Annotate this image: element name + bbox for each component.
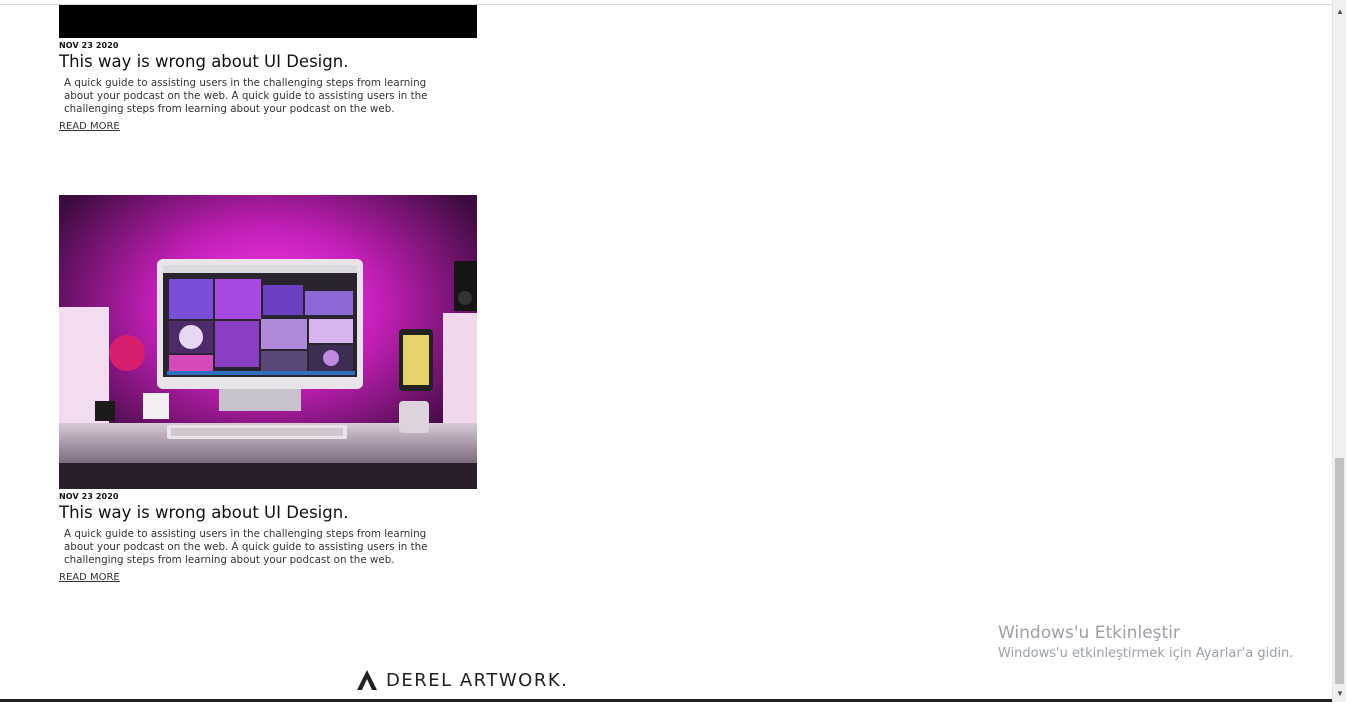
blog-post-card: NOV 23 2020 This way is wrong about UI D…	[59, 195, 477, 585]
scroll-up-icon[interactable]: ▲	[1333, 4, 1346, 18]
vertical-scrollbar[interactable]: ▲ ▼	[1332, 0, 1346, 702]
blog-post-card: NOV 23 2020 This way is wrong about UI D…	[59, 5, 477, 134]
windows-activation-watermark: Windows'u Etkinleştir Windows'u etkinleş…	[998, 622, 1293, 664]
post-image[interactable]	[59, 195, 477, 489]
post-date: NOV 23 2020	[59, 41, 119, 50]
post-title[interactable]: This way is wrong about UI Design.	[59, 52, 477, 72]
watermark-subtitle: Windows'u etkinleştirmek için Ayarlar'a …	[998, 646, 1294, 661]
footer-logo[interactable]: DEREL ARTWORK.	[356, 668, 568, 692]
post-excerpt: A quick guide to assisting users in the …	[64, 528, 428, 566]
post-title[interactable]: This way is wrong about UI Design.	[59, 503, 477, 523]
scroll-down-icon[interactable]: ▼	[1333, 686, 1346, 700]
logo-mark-icon	[357, 670, 377, 690]
post-date: NOV 23 2020	[59, 492, 119, 501]
scrollbar-thumb[interactable]	[1335, 458, 1344, 684]
watermark-title: Windows'u Etkinleştir	[998, 623, 1180, 643]
post-image[interactable]	[59, 5, 477, 38]
desk-setup-illustration	[59, 195, 477, 489]
read-more-link[interactable]: READ MORE	[59, 121, 120, 132]
read-more-link[interactable]: READ MORE	[59, 572, 120, 583]
post-excerpt: A quick guide to assisting users in the …	[64, 77, 428, 115]
logo-text: DEREL ARTWORK.	[386, 669, 569, 691]
